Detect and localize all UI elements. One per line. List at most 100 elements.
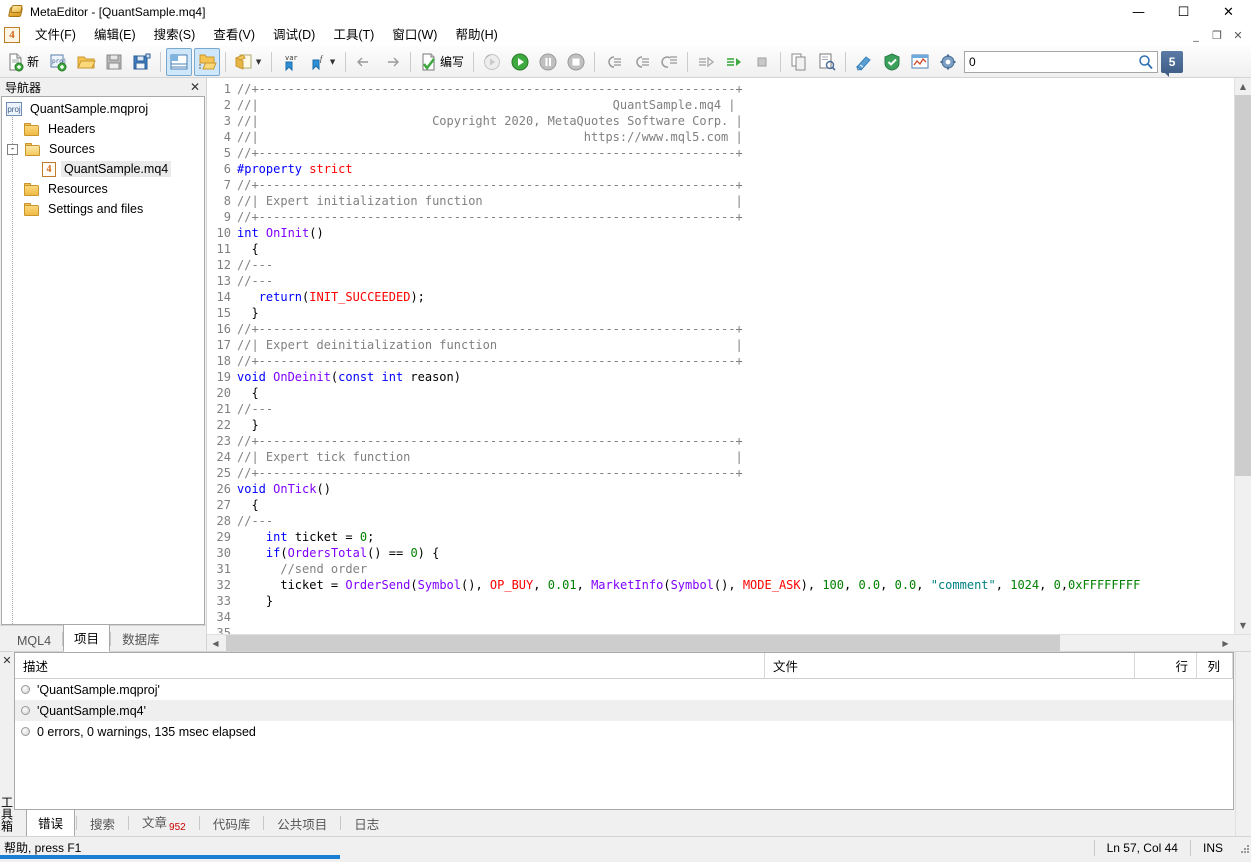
navigator-tree[interactable]: proj QuantSample.mqproj Headers - Source… [1, 96, 205, 625]
code-line[interactable]: int ticket = 0; [237, 529, 1234, 545]
tree-item-settings-and-files[interactable]: Settings and files [2, 199, 204, 219]
toolbar-search[interactable] [964, 50, 1159, 73]
new-project-button[interactable]: proj [45, 48, 71, 76]
column-header-column[interactable]: 列 [1197, 653, 1233, 679]
tree-item-headers[interactable]: Headers [2, 119, 204, 139]
minimize-button[interactable]: — [1116, 0, 1161, 24]
table-row[interactable]: 0 errors, 0 warnings, 135 msec elapsed [15, 721, 1233, 742]
menu-edit[interactable]: 编辑(E) [85, 24, 145, 46]
save-button[interactable] [101, 48, 127, 76]
copy-page-button[interactable] [786, 48, 812, 76]
code-line[interactable]: } [237, 305, 1234, 321]
code-viewport[interactable]: 1 2 3 4 5 6 7 8 9 10 11 12 13 14 15 16 17 18 19 20 21 22 23 24 2… [207, 78, 1234, 634]
search-input[interactable] [965, 51, 1136, 72]
resize-grip-icon[interactable] [1237, 841, 1251, 855]
pause-debug-button[interactable] [535, 48, 561, 76]
save-all-button[interactable] [129, 48, 155, 76]
stop-debug-button[interactable] [563, 48, 589, 76]
compile-button[interactable]: 编写 [416, 48, 468, 76]
code-line[interactable]: { [237, 385, 1234, 401]
code-line[interactable]: //+-------------------------------------… [237, 353, 1234, 369]
run-to-cursor-button[interactable] [693, 48, 719, 76]
code-line[interactable]: //+-------------------------------------… [237, 81, 1234, 97]
settings-button[interactable] [935, 48, 961, 76]
toolbox-tab-articles[interactable]: 文章 952 [130, 808, 198, 838]
close-button[interactable]: ✕ [1206, 0, 1251, 24]
menu-help[interactable]: 帮助(H) [446, 24, 506, 46]
code-line[interactable]: //| Expert initialization function | [237, 193, 1234, 209]
code-line[interactable]: //+-------------------------------------… [237, 321, 1234, 337]
table-row[interactable]: 'QuantSample.mq4' [15, 700, 1233, 721]
tree-item-project[interactable]: proj QuantSample.mqproj [2, 99, 204, 119]
mdi-close-button[interactable]: ✕ [1228, 26, 1248, 44]
code-line[interactable]: void OnTick() [237, 481, 1234, 497]
scroll-left-arrow-icon[interactable]: ◀ [207, 635, 224, 651]
mdi-minimize-button[interactable]: _ [1186, 26, 1206, 44]
toolbox-close-icon[interactable]: ✕ [2, 654, 11, 667]
column-header-file[interactable]: 文件 [765, 653, 1135, 679]
nav-tab-mql4[interactable]: MQL4 [6, 630, 62, 652]
toolbox-tab-codebase[interactable]: 代码库 [201, 810, 263, 837]
scroll-up-arrow-icon[interactable]: ▲ [1235, 78, 1251, 95]
code-line[interactable]: //--- [237, 513, 1234, 529]
toolbox-vertical-scrollbar[interactable] [1235, 652, 1251, 836]
style-button[interactable] [851, 48, 877, 76]
tree-item-quantsample-mq4[interactable]: 4 QuantSample.mq4 [2, 159, 204, 179]
code-line[interactable]: //| Expert tick function | [237, 449, 1234, 465]
stop-square-button[interactable] [749, 48, 775, 76]
code-line[interactable]: { [237, 497, 1234, 513]
restart-debug-button[interactable] [479, 48, 505, 76]
code-line[interactable]: ticket = OrderSend(Symbol(), OP_BUY, 0.0… [237, 577, 1234, 593]
tree-item-resources[interactable]: Resources [2, 179, 204, 199]
step-over-button[interactable] [628, 48, 654, 76]
open-file-button[interactable] [73, 48, 99, 76]
variable-bookmark-button[interactable]: var [277, 48, 303, 76]
column-header-description[interactable]: 描述 [15, 653, 765, 679]
step-out-button[interactable] [656, 48, 682, 76]
function-bookmark-button[interactable]: f ▼ [305, 48, 340, 76]
code-line[interactable]: //send order [237, 561, 1234, 577]
toggle-navigator-button[interactable] [166, 47, 193, 76]
code-line[interactable]: //+-------------------------------------… [237, 433, 1234, 449]
protect-button[interactable] [879, 48, 905, 76]
vscroll-thumb[interactable] [1235, 95, 1251, 477]
code-line[interactable]: } [237, 593, 1234, 609]
tree-item-sources[interactable]: - Sources [2, 139, 204, 159]
menu-file[interactable]: 文件(F) [26, 24, 85, 46]
code-line[interactable]: //| Expert deinitialization function | [237, 337, 1234, 353]
hscroll-track[interactable] [224, 635, 1217, 651]
chart-window-button[interactable] [907, 48, 933, 76]
column-header-line[interactable]: 行 [1135, 653, 1197, 679]
code-line[interactable]: //| QuantSample.mq4 | [237, 97, 1234, 113]
code-line[interactable]: if(OrdersTotal() == 0) { [237, 545, 1234, 561]
hscroll-thumb[interactable] [226, 635, 1061, 651]
notes-dropdown-caret-icon[interactable]: ▼ [254, 49, 263, 75]
magnifier-icon[interactable] [1135, 54, 1157, 70]
code-line[interactable]: #property strict [237, 161, 1234, 177]
start-debug-button[interactable] [507, 48, 533, 76]
code-line[interactable]: //| Copyright 2020, MetaQuotes Software … [237, 113, 1234, 129]
menu-tools[interactable]: 工具(T) [324, 24, 383, 46]
navigate-back-button[interactable] [351, 48, 377, 76]
scroll-right-arrow-icon[interactable]: ▶ [1217, 635, 1234, 651]
new-file-button[interactable]: 新 [3, 48, 43, 76]
navigate-forward-button[interactable] [379, 48, 405, 76]
code-line[interactable]: //+-------------------------------------… [237, 465, 1234, 481]
code-text[interactable]: //+-------------------------------------… [235, 78, 1234, 634]
notes-button[interactable]: ▼ [231, 48, 266, 76]
toolbox-tab-search[interactable]: 搜索 [78, 810, 127, 837]
toggle-toolbox-button[interactable] [194, 47, 221, 76]
maximize-button[interactable]: ☐ [1161, 0, 1206, 24]
code-line[interactable]: return(INIT_SUCCEEDED); [237, 289, 1234, 305]
nav-tab-database[interactable]: 数据库 [111, 625, 171, 652]
code-line[interactable]: } [237, 417, 1234, 433]
menu-view[interactable]: 查看(V) [204, 24, 264, 46]
editor-vertical-scrollbar[interactable]: ▲ ▼ [1234, 78, 1251, 634]
code-line[interactable]: //--- [237, 257, 1234, 273]
menu-debug[interactable]: 调试(D) [264, 24, 324, 46]
notifications-badge[interactable]: 5 [1161, 50, 1184, 77]
code-line[interactable]: //| https://www.mql5.com | [237, 129, 1234, 145]
preview-button[interactable] [814, 48, 840, 76]
menu-window[interactable]: 窗口(W) [383, 24, 446, 46]
vscroll-track[interactable] [1235, 95, 1251, 617]
